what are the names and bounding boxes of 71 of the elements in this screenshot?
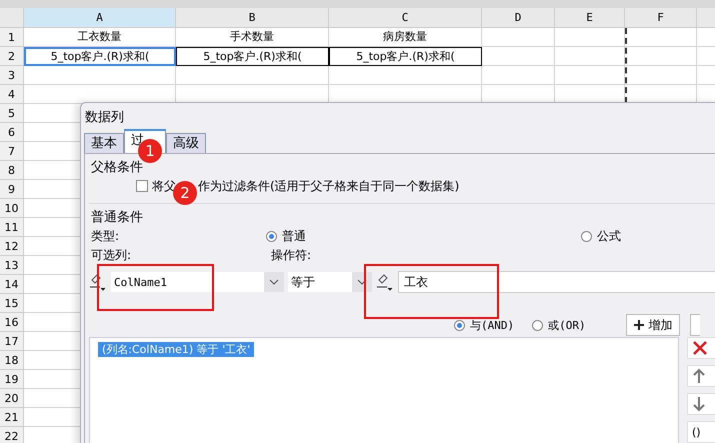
tab[interactable]: 高级 [166, 133, 206, 153]
radio-label: 普通 [282, 228, 306, 244]
bracket-button[interactable]: () [687, 421, 715, 443]
row-header[interactable]: 15 [0, 294, 24, 313]
row-header[interactable]: 21 [0, 408, 24, 427]
window-title: 数据列 [85, 110, 124, 125]
row-header[interactable]: 22 [0, 427, 24, 443]
row-header[interactable]: 10 [0, 199, 24, 218]
chevron-down-icon[interactable] [264, 272, 284, 292]
type-label: 类型: [91, 228, 120, 244]
move-down-button[interactable] [687, 393, 715, 415]
column-header[interactable]: A [24, 8, 176, 28]
column-header[interactable]: F [625, 8, 697, 28]
row-header[interactable]: 9 [0, 180, 24, 199]
radio-label: 公式 [597, 228, 621, 244]
arrow-down-icon [692, 396, 706, 412]
row-header[interactable]: 12 [0, 237, 24, 256]
arrow-up-icon [692, 368, 706, 384]
chevron-down-icon[interactable] [352, 272, 372, 292]
add-button[interactable]: 增加 [626, 314, 680, 336]
type-icon[interactable] [89, 273, 107, 291]
table-cell: 5_top客户.(R)求和( [176, 47, 329, 66]
group-title: 普通条件 [91, 210, 143, 225]
type-icon[interactable] [376, 273, 394, 291]
row-header[interactable]: 8 [0, 161, 24, 180]
row-header[interactable]: 2 [0, 47, 24, 66]
row-header[interactable]: 20 [0, 389, 24, 408]
close-icon [692, 340, 708, 356]
table-cell: 病房数量 [329, 28, 482, 47]
table-cell: 手术数量 [176, 28, 329, 47]
row-header[interactable]: 18 [0, 351, 24, 370]
table-cell [555, 47, 625, 66]
row-header[interactable]: 14 [0, 275, 24, 294]
column-label: 可选列: [91, 247, 132, 264]
operator-dropdown[interactable]: 等于 [288, 272, 372, 292]
move-up-button[interactable] [687, 365, 715, 387]
checkbox-label: 将父 [152, 178, 176, 194]
radio-label: 或(OR) [548, 318, 586, 332]
checkbox[interactable] [136, 180, 148, 192]
radio-button[interactable] [454, 320, 465, 330]
row-header[interactable]: 5 [0, 104, 24, 123]
value-field[interactable]: 工衣 [398, 271, 715, 293]
row-header[interactable]: 3 [0, 66, 24, 85]
column-header[interactable]: E [555, 8, 625, 28]
table-cell [555, 28, 625, 47]
tab[interactable]: 基本 [84, 133, 124, 153]
row-header[interactable]: 19 [0, 370, 24, 389]
table-cell: 工衣数量 [24, 28, 176, 47]
column-header[interactable]: D [482, 8, 555, 28]
column-header[interactable]: B [176, 8, 329, 28]
row-header[interactable]: 6 [0, 123, 24, 142]
checkbox-label: 作为过滤条件(适用于父子格来自于同一个数据集) [198, 178, 460, 194]
table-cell: 5_top客户.(R)求和( [24, 47, 176, 66]
row-header[interactable]: 1 [0, 28, 24, 47]
row-header[interactable]: 16 [0, 313, 24, 332]
row-header[interactable]: 11 [0, 218, 24, 237]
column-header[interactable]: C [329, 8, 482, 28]
table-cell: 5_top客户.(R)求和( [329, 47, 482, 66]
radio-button[interactable] [532, 320, 544, 330]
delete-button[interactable] [687, 337, 715, 359]
radio-label: 与(AND) [470, 318, 514, 332]
column-dropdown[interactable]: ColName1 [111, 272, 284, 292]
plus-icon [632, 319, 645, 331]
row-header[interactable]: 7 [0, 142, 24, 161]
operator-label: 操作符: [271, 247, 312, 264]
row-header[interactable]: 4 [0, 85, 24, 104]
group-title: 父格条件 [91, 160, 143, 175]
radio-button[interactable] [266, 230, 277, 242]
radio-button[interactable] [581, 230, 592, 242]
row-header[interactable]: 17 [0, 332, 24, 351]
row-header[interactable]: 13 [0, 256, 24, 275]
